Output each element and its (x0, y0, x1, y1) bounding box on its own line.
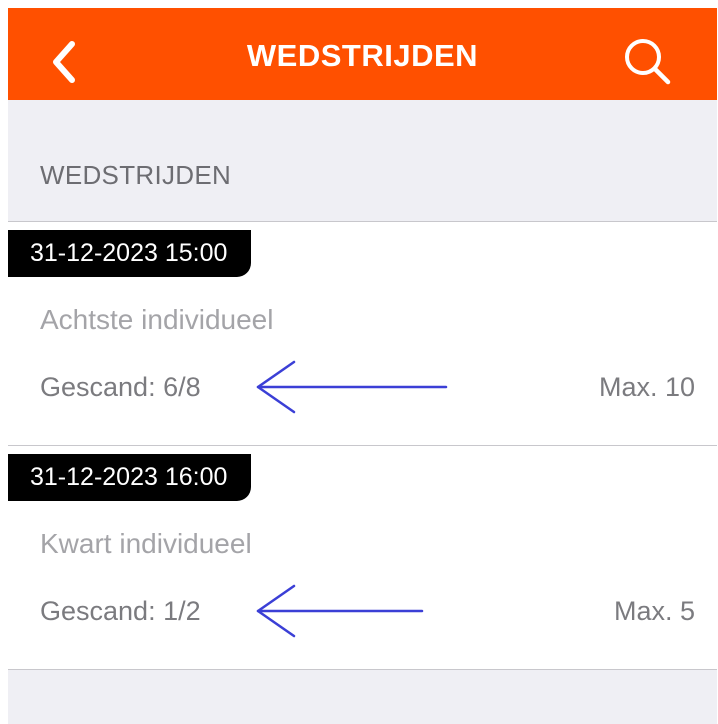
app-screen: WEDSTRIJDEN WEDSTRIJDEN 31-12-2023 15:00… (8, 8, 717, 724)
match-name: Kwart individueel (40, 528, 252, 559)
match-name: Achtste individueel (40, 304, 274, 335)
arrow-left-icon (256, 584, 424, 638)
match-datetime: 31-12-2023 15:00 (8, 230, 252, 277)
match-card[interactable]: 31-12-2023 15:00 Achtste individueel Ges… (8, 221, 717, 445)
page-title: WEDSTRIJDEN (246, 38, 479, 73)
search-button[interactable] (618, 32, 678, 92)
match-card[interactable]: 31-12-2023 16:00 Kwart individueel Gesca… (8, 445, 717, 670)
search-icon (625, 39, 671, 85)
scanned-count: Gescand: 1/2 (40, 596, 201, 626)
match-list: 31-12-2023 15:00 Achtste individueel Ges… (8, 221, 717, 670)
max-participants: Max. 10 (598, 372, 695, 402)
section-header: WEDSTRIJDEN (40, 160, 232, 190)
max-participants: Max. 5 (613, 596, 695, 626)
match-datetime: 31-12-2023 16:00 (8, 454, 252, 501)
nav-bar: WEDSTRIJDEN (8, 8, 717, 100)
arrow-left-icon (256, 360, 448, 414)
scanned-count: Gescand: 6/8 (40, 372, 201, 402)
